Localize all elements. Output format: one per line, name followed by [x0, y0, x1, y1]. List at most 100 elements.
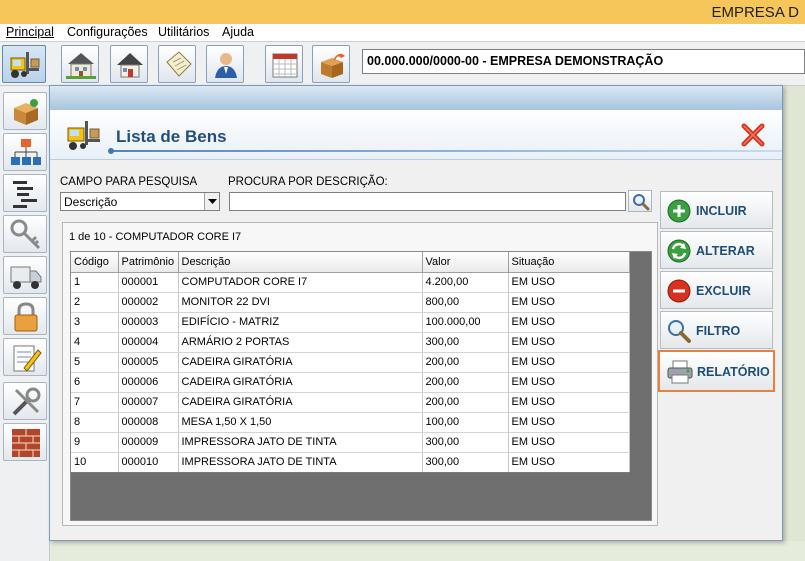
cell-descricao: EDIFÍCIO - MATRIZ — [178, 312, 423, 333]
tools-icon — [12, 387, 41, 416]
toolbar-farm-button[interactable] — [61, 45, 99, 83]
search-button[interactable] — [628, 190, 652, 212]
alterar-button[interactable]: ALTERAR — [660, 231, 773, 269]
truck-icon — [10, 266, 42, 289]
cell-codigo: 4 — [71, 332, 119, 353]
cell-codigo: 9 — [71, 432, 119, 453]
cell-situacao: EM USO — [508, 312, 630, 333]
cell-codigo: 2 — [71, 292, 119, 313]
toolbar-user-button[interactable] — [206, 45, 244, 83]
refresh-icon — [667, 239, 691, 263]
sidebar-org-chart-button[interactable] — [3, 133, 47, 171]
minus-circle-icon — [667, 279, 691, 303]
padlock-icon — [14, 302, 38, 332]
window-header: Lista de Bens — [50, 110, 782, 160]
cell-valor: 200,00 — [422, 352, 509, 373]
cell-patrimonio: 000004 — [118, 332, 179, 353]
table-row[interactable]: 10 000010 IMPRESSORA JATO DE TINTA 300,0… — [71, 452, 630, 473]
bens-table: Código Patrimônio Descrição Valor Situaç… — [71, 252, 630, 473]
menu-ajuda[interactable]: Ajuda — [222, 25, 254, 39]
filtro-button[interactable]: FILTRO — [660, 311, 773, 349]
title-underline-dot — [108, 148, 114, 154]
cell-patrimonio: 000010 — [118, 452, 179, 473]
cell-valor: 300,00 — [422, 432, 509, 453]
cell-patrimonio: 000006 — [118, 372, 179, 393]
table-row[interactable]: 8 000008 MESA 1,50 X 1,50 100,00 EM USO — [71, 412, 630, 433]
brick-wall-icon — [12, 429, 40, 457]
house-icon — [117, 53, 143, 78]
campo-pesquisa-value: Descrição — [64, 195, 118, 209]
sidebar-truck-button[interactable] — [3, 256, 47, 294]
table-row[interactable]: 6 000006 CADEIRA GIRATÓRIA 200,00 EM USO — [71, 372, 630, 393]
table-row[interactable]: 4 000004 ARMÁRIO 2 PORTAS 300,00 EM USO — [71, 332, 630, 353]
sidebar — [0, 86, 50, 561]
toolbar-bens-button[interactable] — [2, 45, 46, 83]
table-row[interactable]: 3 000003 EDIFÍCIO - MATRIZ 100.000,00 EM… — [71, 312, 630, 333]
grid-area: Código Patrimônio Descrição Valor Situaç… — [70, 251, 652, 521]
sidebar-brick-button[interactable] — [3, 423, 47, 461]
column-header-situacao[interactable]: Situação — [508, 252, 630, 273]
column-header-patrimonio[interactable]: Patrimônio — [118, 252, 179, 273]
cell-descricao: ARMÁRIO 2 PORTAS — [178, 332, 423, 353]
column-header-codigo[interactable]: Código — [71, 252, 119, 273]
close-button[interactable] — [740, 122, 766, 148]
toolbar-house-button[interactable] — [110, 45, 148, 83]
toolbar-document-button[interactable] — [158, 45, 196, 83]
toolbar-box-button[interactable] — [312, 45, 350, 83]
incluir-button[interactable]: INCLUIR — [660, 191, 773, 229]
sidebar-key-button[interactable] — [3, 215, 47, 253]
cell-patrimonio: 000009 — [118, 432, 179, 453]
procura-input[interactable] — [229, 192, 626, 211]
table-row[interactable]: 2 000002 MONITOR 22 DVI 800,00 EM USO — [71, 292, 630, 313]
cell-situacao: EM USO — [508, 392, 630, 413]
cell-situacao: EM USO — [508, 372, 630, 393]
cell-valor: 100.000,00 — [422, 312, 509, 333]
cell-valor: 300,00 — [422, 332, 509, 353]
cell-descricao: IMPRESSORA JATO DE TINTA — [178, 432, 423, 453]
table-row[interactable]: 1 000001 COMPUTADOR CORE I7 4.200,00 EM … — [71, 272, 630, 293]
cell-descricao: CADEIRA GIRATÓRIA — [178, 392, 423, 413]
grid-status: 1 de 10 - COMPUTADOR CORE I7 — [69, 231, 242, 243]
cell-valor: 300,00 — [422, 452, 509, 473]
cell-codigo: 1 — [71, 272, 119, 293]
excluir-button[interactable]: EXCLUIR — [660, 271, 773, 309]
forklift-icon — [67, 121, 100, 150]
table-row[interactable]: 7 000007 CADEIRA GIRATÓRIA 200,00 EM USO — [71, 392, 630, 413]
sidebar-list-tree-button[interactable] — [3, 174, 47, 212]
campo-pesquisa-select[interactable]: Descrição — [60, 192, 220, 211]
sidebar-notepad-button[interactable] — [3, 338, 47, 376]
table-row[interactable]: 9 000009 IMPRESSORA JATO DE TINTA 300,00… — [71, 432, 630, 453]
table-row[interactable]: 5 000005 CADEIRA GIRATÓRIA 200,00 EM USO — [71, 352, 630, 373]
excluir-label: EXCLUIR — [696, 284, 751, 298]
menu-configuracoes[interactable]: Configurações — [67, 25, 148, 39]
sidebar-tools-button[interactable] — [3, 382, 47, 420]
grid-panel: 1 de 10 - COMPUTADOR CORE I7 Código Patr… — [62, 222, 658, 526]
cell-codigo: 10 — [71, 452, 119, 473]
chevron-down-icon — [208, 199, 217, 204]
cell-patrimonio: 000008 — [118, 412, 179, 433]
title-bar: EMPRESA D — [0, 0, 805, 24]
cell-valor: 100,00 — [422, 412, 509, 433]
relatorio-button[interactable]: RELATÓRIO — [658, 350, 775, 392]
sidebar-padlock-button[interactable] — [3, 297, 47, 335]
column-header-descricao[interactable]: Descrição — [178, 252, 423, 273]
cell-descricao: CADEIRA GIRATÓRIA — [178, 372, 423, 393]
cell-situacao: EM USO — [508, 352, 630, 373]
toolbar-calendar-button[interactable] — [265, 45, 303, 83]
cell-valor: 200,00 — [422, 392, 509, 413]
menu-utilitarios[interactable]: Utilitários — [158, 25, 209, 39]
title-underline — [110, 150, 782, 152]
cell-valor: 800,00 — [422, 292, 509, 313]
cell-descricao: IMPRESSORA JATO DE TINTA — [178, 452, 423, 473]
lista-de-bens-window: Lista de Bens CAMPO PARA PESQUISA PROCUR… — [49, 85, 783, 541]
cell-patrimonio: 000005 — [118, 352, 179, 373]
menu-principal[interactable]: Principal — [6, 25, 54, 39]
sidebar-boxes-button[interactable] — [3, 92, 47, 130]
dropdown-arrow[interactable] — [204, 193, 219, 210]
cell-situacao: EM USO — [508, 432, 630, 453]
farm-house-icon — [66, 53, 96, 79]
cell-situacao: EM USO — [508, 412, 630, 433]
cell-codigo: 6 — [71, 372, 119, 393]
column-header-valor[interactable]: Valor — [422, 252, 509, 273]
cell-codigo: 7 — [71, 392, 119, 413]
